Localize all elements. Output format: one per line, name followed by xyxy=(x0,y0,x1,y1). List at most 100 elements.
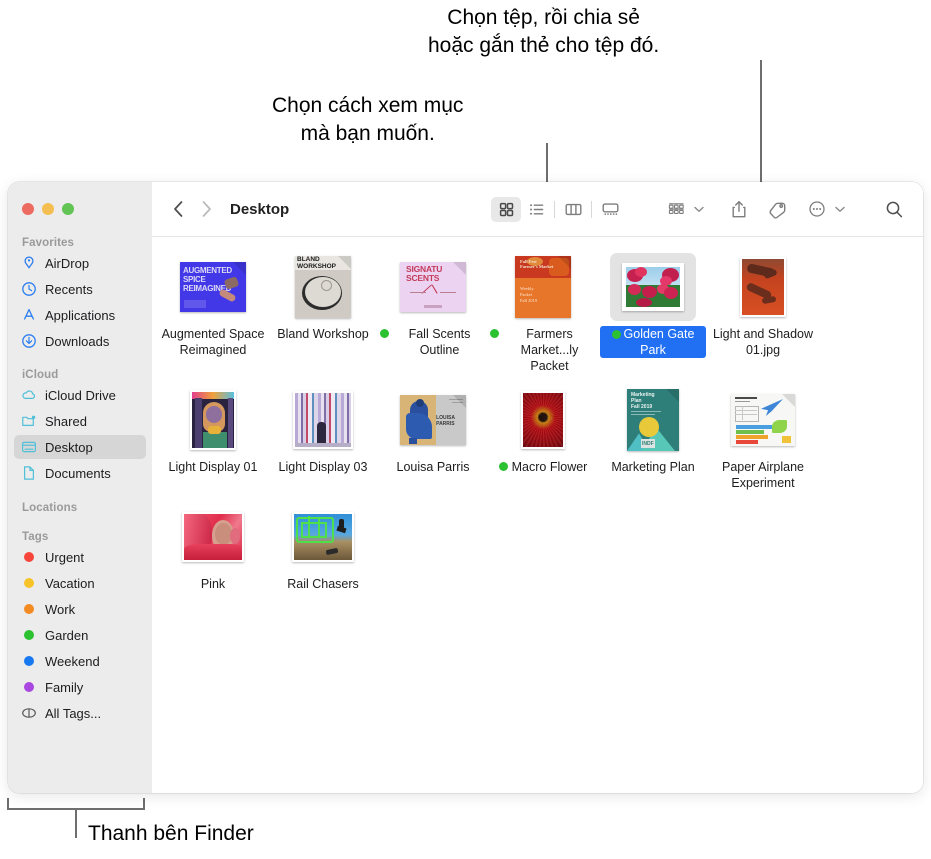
file-label-row: Light and Shadow 01.jpg xyxy=(710,326,816,358)
sidebar-item-label: Garden xyxy=(45,627,89,643)
file-name: Louisa Parris xyxy=(396,460,470,474)
file-tag-dot xyxy=(380,329,389,338)
sidebar-item-label: Shared xyxy=(45,413,87,429)
sidebar-item-icloud-drive[interactable]: iCloud Drive xyxy=(14,383,146,407)
tab-icon-view[interactable] xyxy=(491,196,521,222)
tab-column-view[interactable] xyxy=(558,197,588,222)
file-name: Macro Flower xyxy=(511,460,588,474)
sidebar-item-tag-vacation[interactable]: Vacation xyxy=(14,571,146,595)
sidebar-item-recents[interactable]: Recents xyxy=(14,277,146,301)
file-label-row: Macro Flower xyxy=(498,459,588,475)
file-label-row: Bland Workshop xyxy=(277,326,369,342)
sidebar-item-tag-weekend[interactable]: Weekend xyxy=(14,649,146,673)
file-item[interactable]: LOUISA PARRIS Louisa Parris xyxy=(378,382,488,491)
leader-line-select-file xyxy=(760,60,762,188)
sidebar-item-downloads[interactable]: Downloads xyxy=(14,329,146,353)
more-actions-group[interactable] xyxy=(802,197,849,222)
tag-dot-icon xyxy=(24,682,34,692)
finder-window: Favorites AirDrop Recents Applications D… xyxy=(8,182,923,793)
file-item[interactable]: Light Display 03 xyxy=(268,382,378,491)
file-item[interactable]: Light Display 01 xyxy=(158,382,268,491)
share-icon[interactable] xyxy=(724,197,754,222)
sidebar-section-favorites-title: Favorites xyxy=(22,237,75,249)
forward-button[interactable] xyxy=(192,196,220,222)
shared-folder-icon xyxy=(21,413,37,429)
sidebar-item-all-tags[interactable]: All Tags... xyxy=(14,701,146,725)
file-name: Bland Workshop xyxy=(277,327,369,341)
tag-icon[interactable] xyxy=(762,197,792,222)
tag-dot-icon xyxy=(24,604,34,614)
search-icon[interactable] xyxy=(879,197,909,222)
ellipsis-icon[interactable] xyxy=(802,197,832,222)
sidebar-item-tag-garden[interactable]: Garden xyxy=(14,623,146,647)
callout-choose-view: Chọn cách xem mục mà bạn muốn. xyxy=(272,94,464,145)
back-button[interactable] xyxy=(164,196,192,222)
file-thumbnail xyxy=(280,386,366,454)
chevron-down-icon[interactable] xyxy=(692,206,706,213)
group-by-group[interactable] xyxy=(661,197,708,222)
file-thumbnail xyxy=(170,386,256,454)
toolbar-divider xyxy=(591,200,592,218)
file-item[interactable]: BLAND WORKSHOP Bland Workshop xyxy=(268,249,378,374)
file-name: Fall Scents Outline xyxy=(408,327,471,357)
share-tag-group xyxy=(724,197,792,222)
sidebar-item-documents[interactable]: Documents xyxy=(14,461,146,485)
document-fold xyxy=(782,394,795,407)
file-item[interactable]: Paper Airplane Experiment xyxy=(708,382,818,491)
file-name: Light Display 03 xyxy=(278,460,368,474)
file-tag-dot xyxy=(611,330,621,339)
zoom-button[interactable] xyxy=(62,203,74,215)
file-item[interactable]: AUGMENTED SPICE REIMAGINED Augmented Space… xyxy=(158,249,268,374)
view-mode-group xyxy=(491,196,625,222)
page-title: Desktop xyxy=(230,200,290,218)
file-label-row: Marketing Plan xyxy=(611,459,694,475)
sidebar-item-label: Downloads xyxy=(45,333,110,349)
sidebar-section-locations-title: Locations xyxy=(22,502,78,514)
toolbar-divider xyxy=(554,200,555,218)
clock-icon xyxy=(21,281,37,297)
file-thumbnail xyxy=(720,253,806,321)
sidebar-item-applications[interactable]: Applications xyxy=(14,303,146,327)
sidebar-item-tag-work[interactable]: Work xyxy=(14,597,146,621)
document-fold xyxy=(453,262,466,275)
file-item[interactable]: Light and Shadow 01.jpg xyxy=(708,249,818,374)
tag-dot-icon xyxy=(24,552,34,562)
file-item[interactable]: Marketing Plan Fall 2019 INDF Marketing Pl… xyxy=(598,382,708,491)
file-thumbnail: Fall Fest Farmer's Market Weekly Packet Fal… xyxy=(500,253,586,321)
tab-list-view[interactable] xyxy=(521,197,551,222)
file-item[interactable]: SIGNATU SCENTS ⟋⟍ Fall Scents Outline xyxy=(378,249,488,374)
file-item[interactable]: Rail Chasers xyxy=(268,499,378,592)
file-label-row: Louisa Parris xyxy=(397,459,470,475)
sidebar-item-label: Applications xyxy=(45,307,116,323)
document-fold xyxy=(453,395,466,408)
applications-icon xyxy=(21,307,37,323)
tag-dot-icon xyxy=(24,656,34,666)
file-item[interactable]: Fall Fest Farmer's Market Weekly Packet Fal… xyxy=(488,249,598,374)
file-item-selected[interactable]: Golden Gate Park xyxy=(598,249,708,374)
minimize-button[interactable] xyxy=(42,203,54,215)
file-grid: AUGMENTED SPICE REIMAGINED Augmented Space… xyxy=(152,237,923,793)
file-thumbnail xyxy=(500,386,586,454)
file-label-row: Augmented Space Reimagined xyxy=(160,326,266,358)
close-button[interactable] xyxy=(22,203,34,215)
sidebar-item-desktop[interactable]: Desktop xyxy=(14,435,146,459)
tab-gallery-view[interactable] xyxy=(595,197,625,222)
sidebar-item-label: Recents xyxy=(45,281,93,297)
file-name: Golden Gate Park xyxy=(600,326,706,358)
sidebar-item-label: Vacation xyxy=(45,575,95,591)
group-by-icon[interactable] xyxy=(661,197,691,222)
sidebar-item-label: Urgent xyxy=(45,549,85,565)
sidebar-item-tag-urgent[interactable]: Urgent xyxy=(14,545,146,569)
file-item[interactable]: Pink xyxy=(158,499,268,592)
leader-line-sidebar xyxy=(75,808,77,838)
download-icon xyxy=(21,333,37,349)
file-thumbnail: LOUISA PARRIS xyxy=(390,386,476,454)
sidebar-item-tag-family[interactable]: Family xyxy=(14,675,146,699)
file-item[interactable]: Macro Flower xyxy=(488,382,598,491)
sidebar-item-airdrop[interactable]: AirDrop xyxy=(14,251,146,275)
tag-dot-icon xyxy=(24,578,34,588)
sidebar-item-shared[interactable]: Shared xyxy=(14,409,146,433)
finder-toolbar: Desktop xyxy=(152,182,923,237)
sidebar-list-favorites: AirDrop Recents Applications Downloads xyxy=(8,251,152,353)
chevron-down-icon[interactable] xyxy=(833,206,847,213)
